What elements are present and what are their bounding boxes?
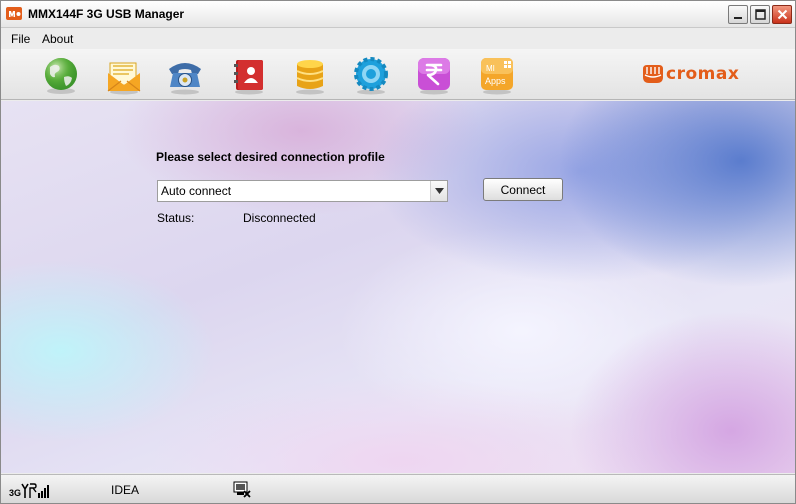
micromax-fist-icon	[643, 65, 663, 83]
mi-apps-label-line2: Apps	[485, 76, 506, 86]
toolbar-storage-button[interactable]	[291, 55, 329, 95]
brand-text: cromax	[666, 64, 740, 84]
micromax-logo-icon	[6, 7, 22, 20]
menu-file[interactable]: File	[11, 32, 30, 46]
menu-bar: File About	[1, 29, 795, 49]
toolbar-sms-button[interactable]	[105, 55, 143, 95]
close-icon	[777, 9, 787, 20]
dropdown-arrow-button[interactable]	[430, 181, 447, 201]
window-title: MMX144F 3G USB Manager	[28, 7, 185, 21]
sms-envelope-icon	[107, 62, 141, 95]
toolbar: MI Apps cromax	[1, 49, 795, 100]
rupee-recharge-icon	[418, 58, 450, 95]
toolbar-settings-button[interactable]	[352, 55, 390, 95]
title-bar[interactable]: MMX144F 3G USB Manager	[1, 1, 795, 28]
status-label: Status:	[157, 211, 195, 225]
status-value: Disconnected	[243, 211, 316, 225]
connect-button[interactable]: Connect	[483, 178, 563, 201]
micromax-brand-logo: cromax	[641, 63, 739, 85]
main-panel: Please select desired connection profile…	[1, 101, 795, 473]
chevron-down-icon	[434, 188, 444, 194]
contacts-book-icon	[234, 60, 263, 95]
connection-profile-select[interactable]: Auto connect	[157, 180, 448, 202]
operator-name: IDEA	[111, 483, 140, 497]
connection-prompt: Please select desired connection profile	[156, 150, 385, 164]
status-bar: 3G IDEA	[1, 474, 795, 503]
toolbar-call-button[interactable]	[166, 55, 204, 95]
maximize-button[interactable]	[750, 5, 770, 24]
toolbar-mi-apps-button[interactable]: MI Apps	[478, 55, 516, 95]
app-window: MMX144F 3G USB Manager File About MI App…	[0, 0, 796, 504]
mi-apps-label-line1: MI	[486, 64, 495, 73]
maximize-icon	[754, 9, 766, 20]
minimize-button[interactable]	[728, 5, 748, 24]
selected-profile: Auto connect	[161, 184, 232, 198]
network-indicator: 3G	[9, 481, 55, 499]
toolbar-internet-button[interactable]	[42, 55, 80, 95]
toolbar-contacts-button[interactable]	[230, 55, 268, 95]
close-button[interactable]	[772, 5, 792, 24]
minimize-icon	[734, 16, 742, 19]
signal-strength-icon	[21, 483, 50, 498]
database-storage-icon	[296, 60, 324, 95]
telephone-icon	[169, 63, 201, 95]
toolbar-recharge-button[interactable]	[415, 55, 453, 95]
device-disconnected-icon	[233, 481, 251, 498]
mi-apps-icon: MI Apps	[481, 58, 513, 95]
network-type: 3G	[9, 488, 22, 498]
globe-internet-icon	[45, 58, 77, 94]
menu-about[interactable]: About	[42, 32, 73, 46]
settings-gear-icon	[354, 57, 388, 95]
